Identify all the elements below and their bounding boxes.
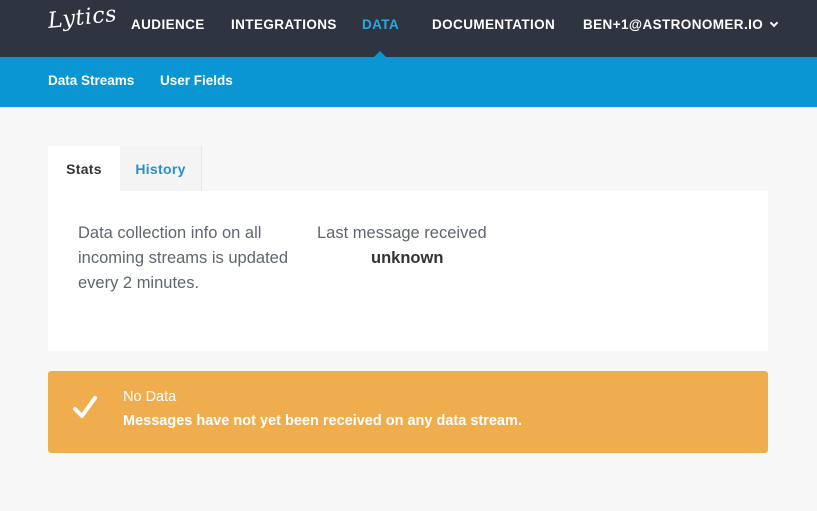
- data-collection-info: Data collection info on all incoming str…: [78, 224, 289, 292]
- stats-panel: Data collection info on all incoming str…: [48, 191, 768, 351]
- nav-item-data[interactable]: DATA: [362, 17, 399, 37]
- tab-stats[interactable]: Stats: [48, 146, 120, 191]
- chevron-down-icon: [769, 18, 779, 28]
- alert-message: Messages have not yet been received on a…: [123, 413, 522, 429]
- sub-navigation-bar: Data Streams User Fields: [0, 57, 817, 107]
- nav-item-integrations[interactable]: INTEGRATIONS: [231, 17, 337, 37]
- no-data-alert: No Data Messages have not yet been recei…: [48, 371, 768, 453]
- check-icon: [73, 396, 97, 418]
- subnav-item-user-fields[interactable]: User Fields: [160, 73, 233, 88]
- last-message-label: Last message received: [317, 224, 487, 242]
- top-navigation-bar: Lytics AUDIENCE INTEGRATIONS DATA DOCUME…: [0, 0, 817, 57]
- lytics-logo[interactable]: Lytics: [47, 2, 118, 34]
- user-menu[interactable]: BEN+1@ASTRONOMER.IO: [583, 17, 779, 32]
- alert-title: No Data: [123, 389, 177, 405]
- subnav-item-data-streams[interactable]: Data Streams: [48, 73, 134, 88]
- tab-history[interactable]: History: [120, 146, 202, 191]
- last-message-value: unknown: [371, 249, 444, 267]
- nav-item-audience[interactable]: AUDIENCE: [131, 17, 205, 37]
- nav-item-documentation[interactable]: DOCUMENTATION: [432, 17, 555, 37]
- user-email: BEN+1@ASTRONOMER.IO: [583, 17, 764, 32]
